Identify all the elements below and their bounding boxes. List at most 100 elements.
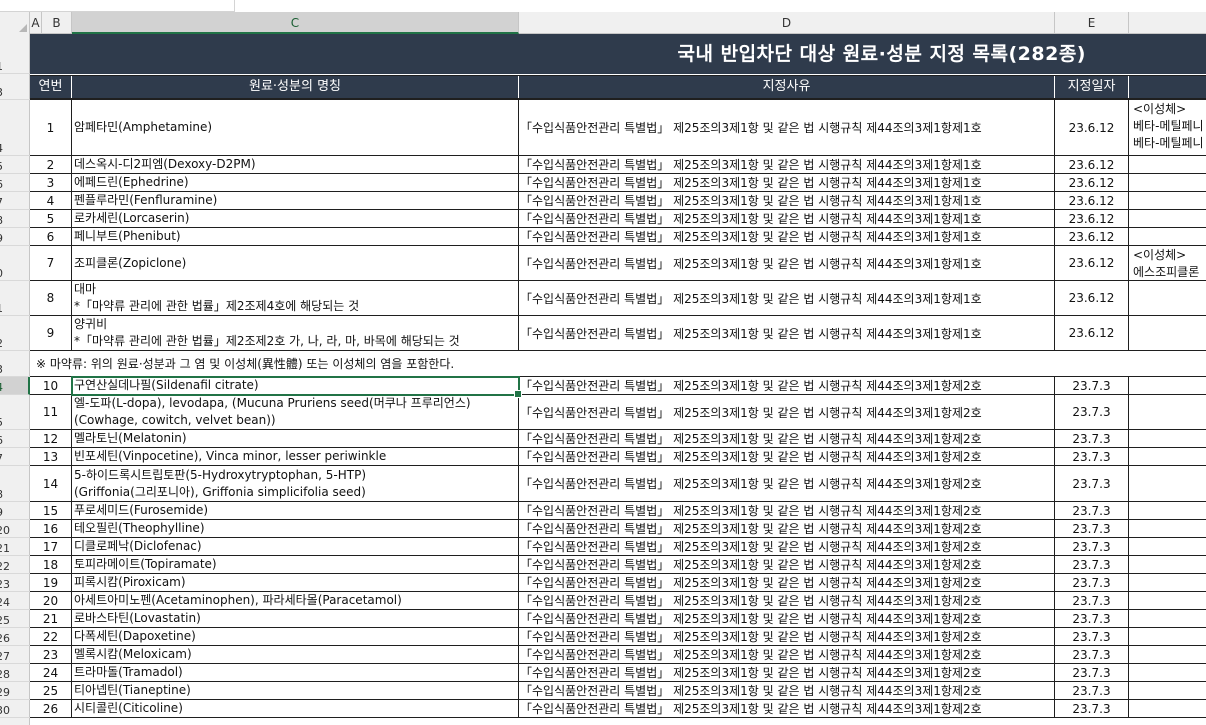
row-header[interactable]: 8 [0,210,30,228]
cell-note[interactable] [1129,395,1206,429]
cell-name[interactable]: 펜플루라민(Fenfluramine) [72,192,519,209]
row-header[interactable]: 28 [0,664,30,682]
cell-note[interactable] [1129,520,1206,537]
cell-name[interactable]: 대마 *「마약류 관리에 관한 법률」제2조제4호에 해당되는 것 [72,281,519,315]
cell-reason[interactable]: 「수입식품안전관리 특별법」 제25조의3제1항 및 같은 법 시행규칙 제44… [519,377,1055,394]
row-header[interactable]: 25 [0,610,30,628]
row-header[interactable]: 26 [0,628,30,646]
cell-no[interactable]: 20 [30,592,72,609]
cell-note[interactable] [1129,646,1206,663]
row-header[interactable]: 5 [0,395,30,430]
cell-reason[interactable]: 「수입식품안전관리 특별법」 제25조의3제1항 및 같은 법 시행규칙 제44… [519,574,1055,591]
column-header-a[interactable]: A [30,12,42,34]
cell-no[interactable]: 1 [30,100,72,155]
cell-name[interactable]: 로카세린(Lorcaserin) [72,210,519,227]
cell-date[interactable]: 23.7.3 [1055,700,1129,717]
row-header[interactable]: 0 [0,246,30,281]
cell-date[interactable]: 23.6.12 [1055,174,1129,191]
cell-name[interactable]: 데스옥시-디2피엠(Dexoxy-D2PM) [72,156,519,173]
cell-reason[interactable]: 「수입식품안전관리 특별법」 제25조의3제1항 및 같은 법 시행규칙 제44… [519,502,1055,519]
cell-note[interactable] [1129,448,1206,465]
cell-no[interactable]: 22 [30,628,72,645]
cell-date[interactable]: 23.7.3 [1055,502,1129,519]
cell-no[interactable]: 26 [30,700,72,717]
cell-reason[interactable]: 「수입식품안전관리 특별법」 제25조의3제1항 및 같은 법 시행규칙 제44… [519,592,1055,609]
cell-note[interactable] [1129,228,1206,245]
cell-reason[interactable]: 「수입식품안전관리 특별법」 제25조의3제1항 및 같은 법 시행규칙 제44… [519,281,1055,315]
cell-note[interactable] [1129,281,1206,315]
cell-date[interactable]: 23.6.12 [1055,281,1129,315]
cell-note[interactable] [1129,682,1206,699]
cell-reason[interactable]: 「수입식품안전관리 특별법」 제25조의3제1항 및 같은 법 시행규칙 제44… [519,628,1055,645]
cell-name[interactable]: 푸로세미드(Furosemide) [72,502,519,519]
cell-no[interactable]: 17 [30,538,72,555]
cell-note[interactable] [1129,700,1206,717]
cell-no[interactable]: 8 [30,281,72,315]
cell-no[interactable]: 11 [30,395,72,429]
cell-date[interactable]: 23.7.3 [1055,556,1129,573]
cell-note[interactable] [1129,316,1206,350]
cell-date[interactable]: 23.7.3 [1055,377,1129,394]
cell-date[interactable]: 23.7.3 [1055,682,1129,699]
row-header[interactable]: 22 [0,556,30,574]
cell-name[interactable]: 멜라토닌(Melatonin) [72,430,519,447]
cell-date[interactable]: 23.7.3 [1055,664,1129,681]
cell-no[interactable]: 23 [30,646,72,663]
row-header[interactable]: 7 [0,192,30,210]
row-header[interactable]: 8 [0,466,30,502]
cell-reason[interactable]: 「수입식품안전관리 특별법」 제25조의3제1항 및 같은 법 시행규칙 제44… [519,556,1055,573]
cell-name[interactable]: 조피클론(Zopiclone) [72,246,519,280]
cell-reason[interactable]: 「수입식품안전관리 특별법」 제25조의3제1항 및 같은 법 시행규칙 제44… [519,395,1055,429]
row-header[interactable]: 3 [0,351,30,377]
cell-note[interactable] [1129,610,1206,627]
cell-no[interactable]: 24 [30,664,72,681]
row-header[interactable]: 27 [0,646,30,664]
cell-note[interactable] [1129,628,1206,645]
cell-reason[interactable]: 「수입식품안전관리 특별법」 제25조의3제1항 및 같은 법 시행규칙 제44… [519,246,1055,280]
cell-note[interactable] [1129,556,1206,573]
cell-date[interactable]: 23.7.3 [1055,646,1129,663]
cell-date[interactable]: 23.6.12 [1055,156,1129,173]
row-header[interactable]: 3 [0,74,30,100]
cell-name[interactable]: 5-하이드록시트립토판(5-Hydroxytryptophan, 5-HTP) (… [72,466,519,501]
cell-name[interactable]: 암페타민(Amphetamine) [72,100,519,155]
cell-date[interactable]: 23.7.3 [1055,466,1129,501]
cell-name[interactable]: 시티콜린(Citicoline) [72,700,519,717]
cell-reason[interactable]: 「수입식품안전관리 특별법」 제25조의3제1항 및 같은 법 시행규칙 제44… [519,538,1055,555]
cell-date[interactable]: 23.7.3 [1055,592,1129,609]
cell-name[interactable]: 디클로페낙(Diclofenac) [72,538,519,555]
cell-reason[interactable]: 「수입식품안전관리 특별법」 제25조의3제1항 및 같은 법 시행규칙 제44… [519,316,1055,350]
cell-name[interactable]: 양귀비 *「마약류 관리에 관한 법률」제2조제2호 가, 나, 라, 마, 바목… [72,316,519,350]
cell-date[interactable]: 23.6.12 [1055,246,1129,280]
cell-no[interactable]: 16 [30,520,72,537]
row-header[interactable]: 4 [0,100,30,156]
row-header[interactable]: 6 [0,430,30,448]
cell-reason[interactable]: 「수입식품안전관리 특별법」 제25조의3제1항 및 같은 법 시행규칙 제44… [519,228,1055,245]
column-header-c[interactable]: C [72,12,519,34]
row-header[interactable]: 4 [0,377,30,395]
row-header[interactable]: 2 [0,316,30,351]
cell-name[interactable]: 에페드린(Ephedrine) [72,174,519,191]
row-header[interactable]: 29 [0,682,30,700]
cell-no[interactable]: 14 [30,466,72,501]
cell-date[interactable]: 23.6.12 [1055,192,1129,209]
cell-no[interactable]: 4 [30,192,72,209]
cell-note[interactable] [1129,502,1206,519]
cell-note[interactable] [1129,538,1206,555]
cell-name[interactable]: 다폭세틴(Dapoxetine) [72,628,519,645]
cell-date[interactable]: 23.7.3 [1055,430,1129,447]
cell-reason[interactable]: 「수입식품안전관리 특별법」 제25조의3제1항 및 같은 법 시행규칙 제44… [519,210,1055,227]
row-header[interactable]: 9 [0,502,30,520]
cell-name[interactable]: 토피라메이트(Topiramate) [72,556,519,573]
cell-note[interactable] [1129,466,1206,501]
cell-date[interactable]: 23.7.3 [1055,574,1129,591]
cell-date[interactable]: 23.6.12 [1055,100,1129,155]
row-header[interactable]: 6 [0,174,30,192]
cell-no[interactable]: 7 [30,246,72,280]
cell-note[interactable] [1129,210,1206,227]
cell-note[interactable] [1129,192,1206,209]
cell-reason[interactable]: 「수입식품안전관리 특별법」 제25조의3제1항 및 같은 법 시행규칙 제44… [519,448,1055,465]
cell-reason[interactable]: 「수입식품안전관리 특별법」 제25조의3제1항 및 같은 법 시행규칙 제44… [519,700,1055,717]
row-header[interactable]: 30 [0,700,30,718]
cell-no[interactable]: 19 [30,574,72,591]
